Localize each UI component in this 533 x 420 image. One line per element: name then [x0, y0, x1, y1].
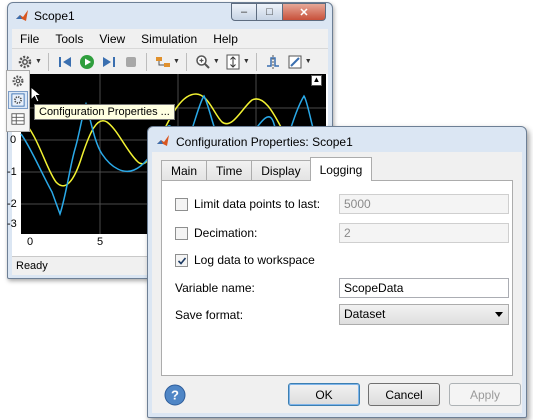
- style-button[interactable]: [8, 72, 28, 90]
- gear-icon: [18, 55, 32, 68]
- settings-button[interactable]: [16, 53, 34, 71]
- variable-name-field[interactable]: ScopeData: [339, 278, 509, 298]
- maximize-button[interactable]: □: [257, 3, 283, 21]
- apply-button[interactable]: Apply: [449, 383, 521, 406]
- menu-view[interactable]: View: [91, 32, 133, 46]
- tab-time[interactable]: Time: [206, 160, 253, 181]
- measurements-dropdown-icon[interactable]: ▼: [305, 58, 312, 65]
- logging-panel: Limit data points to last: 5000 Decimati…: [161, 180, 513, 376]
- toolbar-separator: [145, 52, 147, 71]
- measurements-icon: [288, 55, 302, 68]
- y-tick-label: 0: [10, 134, 17, 146]
- zoom-button[interactable]: [194, 53, 212, 71]
- log-to-workspace-label: Log data to workspace: [194, 253, 315, 267]
- tab-logging[interactable]: Logging: [309, 157, 373, 181]
- tab-strip: Main Time Display Logging: [161, 157, 373, 181]
- trigger-icon: [266, 54, 279, 69]
- chevron-down-icon: [495, 312, 503, 317]
- maximize-icon: □: [266, 6, 273, 18]
- menu-tools[interactable]: Tools: [47, 32, 91, 46]
- scope-side-toolbar: [6, 70, 30, 132]
- run-button[interactable]: [78, 53, 96, 71]
- matlab-icon: [157, 135, 169, 146]
- minimize-button[interactable]: –: [231, 3, 257, 21]
- autoscale-icon: [226, 54, 240, 69]
- menu-help[interactable]: Help: [205, 32, 246, 46]
- configuration-properties-button[interactable]: [8, 91, 28, 109]
- y-tick-label: -2: [7, 198, 17, 210]
- save-format-select[interactable]: Dataset: [339, 304, 509, 325]
- scope-titlebar[interactable]: Scope1 – □ ✕: [8, 3, 332, 29]
- configuration-properties-dialog: Configuration Properties: Scope1 Main Ti…: [147, 126, 527, 418]
- menu-file[interactable]: File: [12, 32, 47, 46]
- settings-dropdown-icon[interactable]: ▼: [35, 58, 42, 65]
- scope-title: Scope1: [34, 9, 75, 23]
- dialog-title: Configuration Properties: Scope1: [176, 135, 353, 149]
- save-format-label: Save format:: [175, 308, 244, 322]
- limit-data-points-checkbox[interactable]: [175, 198, 188, 211]
- limit-data-points-label: Limit data points to last:: [194, 197, 321, 211]
- dialog-body: Main Time Display Logging Limit data poi…: [152, 152, 522, 413]
- cancel-button[interactable]: Cancel: [368, 383, 440, 406]
- minimize-icon: –: [240, 6, 248, 18]
- tooltip: Configuration Properties ...: [34, 104, 175, 120]
- highlight-block-button[interactable]: [154, 53, 172, 71]
- step-back-button[interactable]: [56, 53, 74, 71]
- zoom-in-icon: [196, 54, 210, 69]
- grid-layout-icon: [11, 113, 25, 125]
- y-tick-label: -1: [7, 166, 17, 178]
- save-format-value: Dataset: [344, 307, 386, 321]
- x-tick-label: 0: [27, 236, 34, 248]
- log-to-workspace-checkbox[interactable]: [175, 254, 188, 267]
- decimation-checkbox[interactable]: [175, 227, 188, 240]
- close-icon: ✕: [299, 6, 309, 19]
- x-tick-label: 5: [97, 236, 104, 248]
- stop-button[interactable]: [122, 53, 140, 71]
- menu-simulation[interactable]: Simulation: [133, 32, 205, 46]
- highlight-dropdown-icon[interactable]: ▼: [173, 58, 180, 65]
- stop-icon: [125, 56, 136, 67]
- expand-icon: ▲: [312, 75, 321, 84]
- help-icon: ?: [171, 388, 179, 403]
- decimation-field[interactable]: 2: [339, 223, 509, 243]
- measurements-button[interactable]: [286, 53, 304, 71]
- step-forward-button[interactable]: [100, 53, 118, 71]
- layout-button[interactable]: [8, 110, 28, 128]
- step-forward-icon: [102, 56, 115, 67]
- y-tick-label: -3: [7, 218, 17, 230]
- play-icon: [79, 54, 94, 69]
- tab-display[interactable]: Display: [251, 160, 311, 181]
- mouse-cursor-icon: [30, 86, 43, 103]
- tab-main[interactable]: Main: [161, 160, 208, 181]
- variable-name-label: Variable name:: [175, 281, 255, 295]
- decimation-label: Decimation:: [194, 226, 258, 240]
- configuration-properties-icon: [11, 93, 25, 107]
- gear-icon: [12, 75, 24, 87]
- help-button[interactable]: ?: [164, 384, 186, 406]
- checkmark-icon: [177, 256, 186, 265]
- highlight-icon: [155, 56, 170, 67]
- toolbar-separator: [47, 52, 49, 71]
- scope-menubar: File Tools View Simulation Help: [12, 29, 328, 48]
- step-back-icon: [58, 56, 71, 67]
- autoscale-button[interactable]: [224, 53, 242, 71]
- matlab-icon: [16, 10, 28, 21]
- zoom-dropdown-icon[interactable]: ▼: [213, 58, 220, 65]
- scope-toolbar: ▼ ▼ ▼ ▼ ▼: [12, 48, 328, 74]
- ok-button[interactable]: OK: [288, 383, 360, 406]
- trigger-button[interactable]: [264, 53, 282, 71]
- toolbar-separator: [255, 52, 257, 71]
- undock-axes-button[interactable]: ▲: [311, 75, 322, 86]
- toolbar-separator: [185, 52, 187, 71]
- autoscale-dropdown-icon[interactable]: ▼: [243, 58, 250, 65]
- limit-data-points-field[interactable]: 5000: [339, 194, 509, 214]
- close-button[interactable]: ✕: [283, 3, 326, 21]
